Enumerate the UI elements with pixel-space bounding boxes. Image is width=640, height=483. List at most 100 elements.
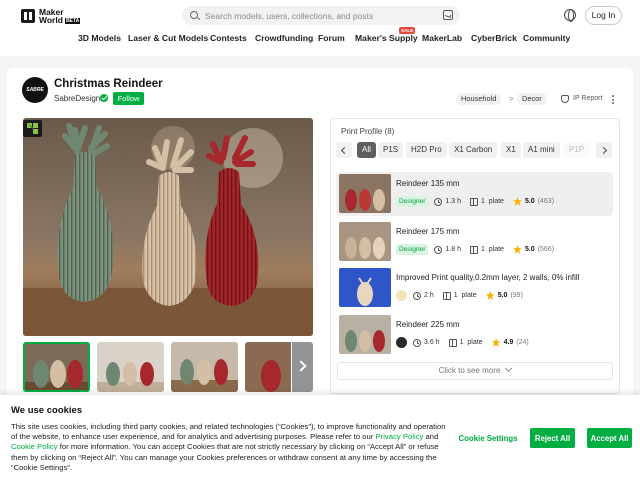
main-nav: 3D Models Laser & Cut Models Contests Cr…: [0, 27, 640, 47]
clock-icon: [434, 245, 443, 254]
gallery-next-arrow[interactable]: [292, 342, 313, 392]
tab-p1p[interactable]: P1P: [564, 142, 590, 158]
makerworld-logo[interactable]: Maker World BETA: [21, 8, 81, 25]
designer-avatar[interactable]: SABRE: [22, 77, 48, 103]
profile-name: Improved Print quality,0.2mm layer, 2 wa…: [396, 273, 580, 282]
profile-name: Reindeer 225 mm: [396, 320, 460, 329]
author-name[interactable]: SabreDesign: [54, 94, 100, 103]
bambu-lab-badge-icon: [23, 120, 42, 137]
login-button[interactable]: Log In: [585, 6, 622, 25]
logo-text-world: World: [39, 15, 63, 25]
privacy-policy-link[interactable]: Privacy Policy: [376, 432, 424, 441]
cookie-settings-button[interactable]: Cookie Settings: [458, 428, 518, 448]
creator-avatar: [396, 290, 407, 301]
follow-button[interactable]: Follow: [113, 92, 144, 105]
printer-tabs: All P1S H2D Pro X1 Carbon X1 A1 mini P1P: [336, 142, 614, 158]
chevron-left-icon[interactable]: [336, 142, 352, 158]
star-icon: [491, 338, 501, 347]
profile-thumbnail: [339, 174, 391, 213]
profile-thumbnail: [339, 315, 391, 354]
nav-laser-cut-models[interactable]: Laser & Cut Models: [128, 33, 208, 43]
print-profile-item[interactable]: Improved Print quality,0.2mm layer, 2 wa…: [336, 266, 613, 310]
plate-icon: [469, 197, 478, 206]
rating-count: (566): [537, 246, 555, 253]
more-options-icon[interactable]: [612, 95, 615, 105]
print-time: 3.6 h: [424, 339, 440, 346]
plate-icon: [442, 291, 451, 300]
image-search-icon[interactable]: [443, 10, 453, 20]
print-profile-item[interactable]: Reindeer 135 mm Designer 1.3 h 1 plate 5…: [336, 172, 613, 216]
tab-x1-carbon[interactable]: X1 Carbon: [449, 142, 498, 158]
cookie-text: This site uses cookies, including third …: [11, 422, 446, 472]
tab-x1[interactable]: X1: [501, 142, 521, 158]
rating-count: (99): [510, 292, 523, 299]
breadcrumb-household[interactable]: Household: [456, 93, 502, 105]
gallery-thumbnail[interactable]: [97, 342, 164, 392]
tab-all[interactable]: All: [357, 142, 376, 158]
print-profile-item[interactable]: Reindeer 225 mm 3.6 h 1 plate 4.9 (24): [336, 313, 613, 357]
tab-a1-mini[interactable]: A1 mini: [523, 142, 560, 158]
gallery-thumbnail[interactable]: [23, 342, 90, 392]
chevron-right-icon[interactable]: [596, 142, 612, 158]
top-header: Maker WorldBETA Log In 3D Models Laser &…: [0, 0, 640, 56]
breadcrumb-separator: >: [509, 94, 514, 103]
clock-icon: [413, 338, 421, 347]
nav-forum[interactable]: Forum: [318, 33, 345, 43]
plate-label: plate: [488, 198, 504, 205]
print-time: 1.3 h: [445, 198, 461, 205]
nav-3d-models[interactable]: 3D Models: [78, 33, 121, 43]
plate-count: 1: [480, 246, 485, 253]
profile-thumbnail: [339, 222, 391, 261]
accept-all-button[interactable]: Accept All: [587, 428, 632, 448]
main-model-image[interactable]: [23, 118, 313, 336]
rating-count: (24): [516, 339, 529, 346]
breadcrumb-decor[interactable]: Decor: [517, 93, 547, 105]
profile-thumbnail: [339, 268, 391, 307]
print-profile-item[interactable]: Reindeer 175 mm Designer 1.8 h 1 plate 5…: [336, 220, 613, 264]
rating-value: 5.0: [497, 292, 508, 299]
print-time: 2 h: [424, 292, 434, 299]
plate-count: 1: [480, 198, 485, 205]
nav-community[interactable]: Community: [523, 33, 570, 43]
print-time: 1.8 h: [445, 246, 461, 253]
cookie-policy-link[interactable]: Cookie Policy: [11, 442, 58, 451]
plate-icon: [469, 245, 478, 254]
print-profile-title: Print Profile (8): [341, 127, 395, 136]
logo-icon: [21, 9, 35, 23]
rating-value: 5.0: [524, 198, 535, 205]
gallery-thumbnail[interactable]: [171, 342, 238, 392]
search-bar[interactable]: [182, 6, 460, 25]
clock-icon: [413, 291, 421, 300]
reject-all-button[interactable]: Reject All: [530, 428, 575, 448]
profile-name: Reindeer 135 mm: [396, 179, 460, 188]
shield-icon: [561, 95, 569, 103]
plate-icon: [448, 338, 457, 347]
search-icon: [190, 11, 198, 19]
nav-crowdfunding[interactable]: Crowdfunding: [255, 33, 313, 43]
nav-makers-supply[interactable]: Maker's Supply: [355, 33, 418, 43]
ip-report-link[interactable]: IP Report: [573, 95, 602, 102]
cookie-banner: We use cookies This site uses cookies, i…: [0, 395, 640, 483]
tab-h2d-pro[interactable]: H2D Pro: [406, 142, 447, 158]
star-icon: [512, 197, 522, 206]
rating-count: (463): [537, 198, 555, 205]
nav-makerlab[interactable]: MakerLab: [422, 33, 462, 43]
nav-contests[interactable]: Contests: [210, 33, 247, 43]
see-more-button[interactable]: Click to see more: [337, 362, 613, 380]
cookie-title: We use cookies: [11, 405, 83, 416]
tab-p1s[interactable]: P1S: [378, 142, 404, 158]
plate-count: 1: [453, 292, 458, 299]
designer-badge: Designer: [396, 244, 429, 255]
plate-label: plate: [467, 339, 483, 346]
star-icon: [485, 291, 495, 300]
gallery-thumbnail[interactable]: [245, 342, 291, 392]
plate-label: plate: [488, 246, 504, 253]
plate-count: 1: [459, 339, 464, 346]
chevron-down-icon: [505, 364, 513, 373]
search-input[interactable]: [205, 8, 425, 23]
rating-value: 4.9: [503, 339, 514, 346]
designer-badge: Designer: [396, 196, 429, 207]
clock-icon: [434, 197, 443, 206]
nav-cyberbrick[interactable]: CyberBrick: [471, 33, 517, 43]
language-globe-icon[interactable]: [564, 9, 576, 22]
